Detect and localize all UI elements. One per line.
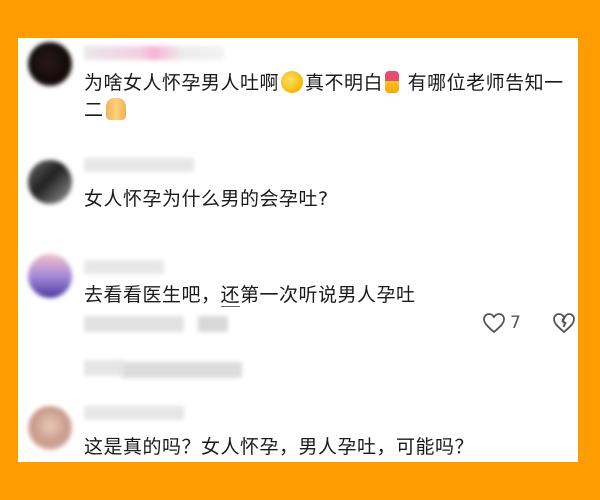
comment-text-part: 真不明白 — [305, 72, 384, 94]
reply-button-blurred[interactable] — [198, 316, 228, 332]
comment-text-part: 为啥女人怀孕男人吐啊 — [84, 72, 280, 94]
like-button[interactable]: 7 — [482, 312, 521, 334]
comment-text: 这是真的吗？女人怀孕，男人孕吐，可能吗？ — [84, 436, 475, 458]
comment-3: 去看看医生吧，还第一次听说男人孕吐 7 — [18, 252, 578, 362]
comment-text: 女人怀孕为什么男的会孕吐? — [84, 188, 329, 210]
comment-text-part: 第一次听说男人孕吐 — [240, 284, 416, 306]
heart-outline-icon — [483, 313, 505, 334]
comment-2: 女人怀孕为什么男的会孕吐? — [18, 150, 578, 250]
avatar[interactable] — [28, 406, 72, 450]
username-blurred[interactable] — [84, 406, 184, 420]
avatar[interactable] — [28, 42, 72, 86]
praying-hands-icon — [105, 98, 126, 120]
dislike-button[interactable] — [552, 312, 576, 334]
avatar[interactable] — [28, 254, 72, 298]
avatar[interactable] — [28, 160, 72, 204]
medal-icon — [385, 71, 400, 93]
comments-panel: 为啥女人怀孕男人吐啊 真不明白 有哪位老师告知一二 女人怀孕为什么男的会孕吐? 去… — [18, 38, 578, 462]
timestamp-blurred — [84, 316, 184, 332]
broken-heart-icon — [553, 313, 575, 334]
username-blurred[interactable] — [84, 46, 224, 60]
collapsed-replies-blurred[interactable] — [122, 362, 242, 378]
username-blurred[interactable] — [84, 158, 194, 172]
comment-text: 为啥女人怀孕男人吐啊 真不明白 有哪位老师告知一二 — [84, 70, 568, 124]
comment-1: 为啥女人怀孕男人吐啊 真不明白 有哪位老师告知一二 — [18, 38, 578, 148]
comment-4: 这是真的吗？女人怀孕，男人孕吐，可能吗？ — [18, 394, 578, 462]
comment-text: 去看看医生吧，还第一次听说男人孕吐 — [84, 282, 568, 309]
like-count: 7 — [510, 313, 521, 333]
mention-link[interactable]: 还 — [220, 284, 241, 307]
username-blurred[interactable] — [84, 260, 164, 274]
collapsed-replies-blurred[interactable] — [84, 360, 124, 376]
comment-text-part: 去看看医生吧， — [84, 284, 221, 306]
laughing-face-icon — [281, 71, 304, 93]
